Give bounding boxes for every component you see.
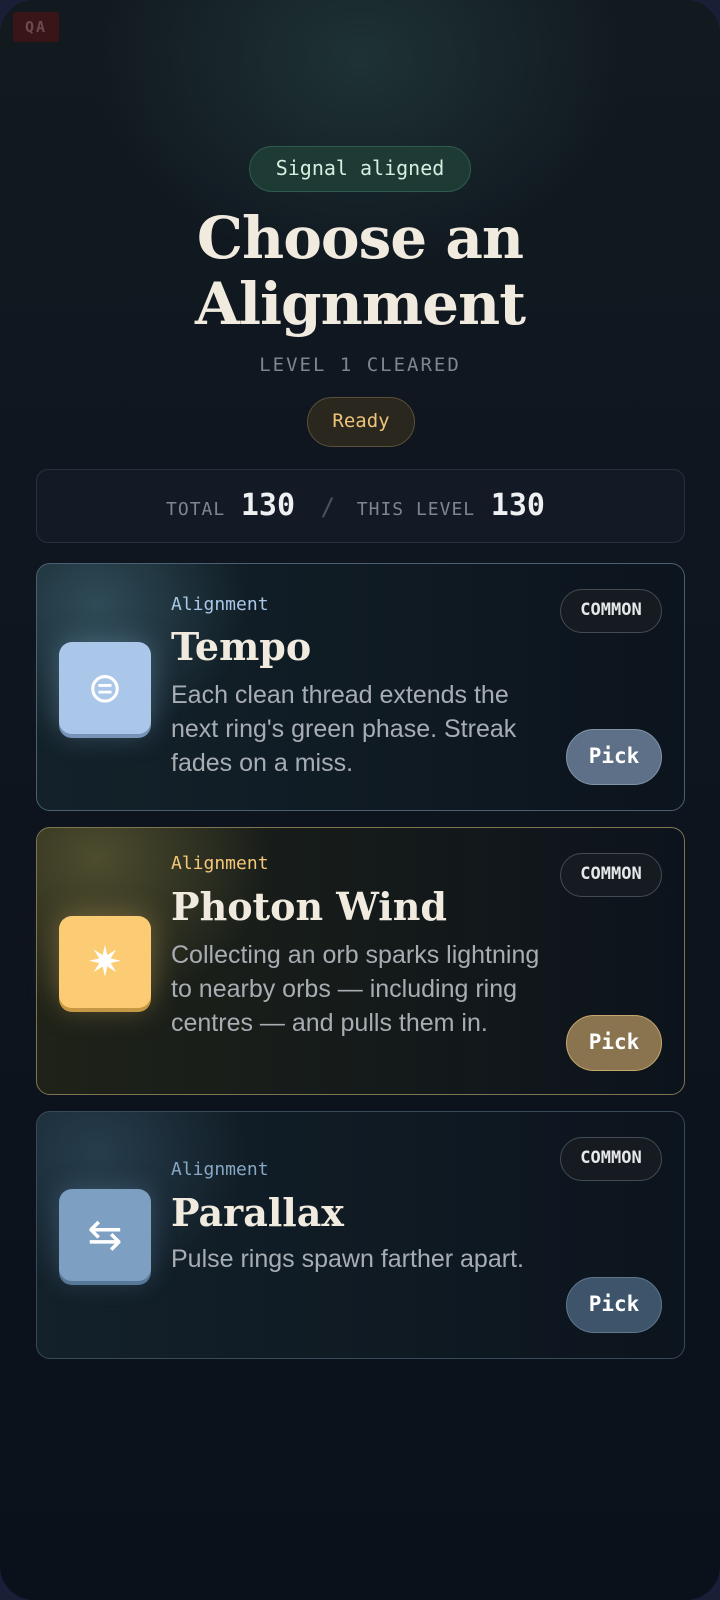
level-subtitle: LEVEL 1 CLEARED xyxy=(259,354,461,376)
level-value: 130 xyxy=(490,488,545,523)
card-name: Tempo xyxy=(171,624,312,669)
rarity-badge: COMMON xyxy=(560,853,662,897)
status-pill: Signal aligned xyxy=(249,146,471,192)
card-description: Pulse rings spawn farther apart. xyxy=(171,1245,524,1273)
alignment-card-photon-wind[interactable]: ✷ Alignment Photon Wind Collecting an or… xyxy=(36,827,685,1095)
title-line-2: Alignment xyxy=(194,270,526,338)
card-description: Each clean thread extends the next ring'… xyxy=(171,681,517,777)
ready-badge: Ready xyxy=(307,397,415,447)
page-title: Choose an Alignment xyxy=(0,205,720,337)
card-kicker: Alignment xyxy=(171,853,269,874)
tempo-icon: ⊜ xyxy=(59,642,151,734)
swap-arrows-icon: ⇆ xyxy=(59,1189,151,1281)
card-name: Parallax xyxy=(171,1190,344,1235)
alignment-card-parallax[interactable]: ⇆ Alignment Parallax Pulse rings spawn f… xyxy=(36,1111,685,1359)
level-label: THIS LEVEL xyxy=(356,499,476,520)
total-label: TOTAL xyxy=(166,499,226,520)
card-description: Collecting an orb sparks lightning to ne… xyxy=(171,941,540,1037)
card-kicker: Alignment xyxy=(171,1159,269,1180)
app-screen: QA Signal aligned Choose an Alignment LE… xyxy=(0,0,720,1600)
qa-debug-badge[interactable]: QA xyxy=(13,12,59,42)
title-line-1: Choose an xyxy=(196,204,524,272)
pick-button[interactable]: Pick xyxy=(566,1015,662,1071)
card-kicker: Alignment xyxy=(171,594,269,615)
sun-spark-icon: ✷ xyxy=(59,916,151,1008)
pick-button[interactable]: Pick xyxy=(566,1277,662,1333)
rarity-badge: COMMON xyxy=(560,589,662,633)
total-value: 130 xyxy=(240,488,296,523)
card-name: Photon Wind xyxy=(171,884,447,929)
pick-button[interactable]: Pick xyxy=(566,729,662,785)
score-bar: TOTAL 130 / THIS LEVEL 130 xyxy=(36,469,685,543)
alignment-card-tempo[interactable]: ⊜ Alignment Tempo Each clean thread exte… xyxy=(36,563,685,811)
rarity-badge: COMMON xyxy=(560,1137,662,1181)
score-separator: / xyxy=(320,493,336,521)
